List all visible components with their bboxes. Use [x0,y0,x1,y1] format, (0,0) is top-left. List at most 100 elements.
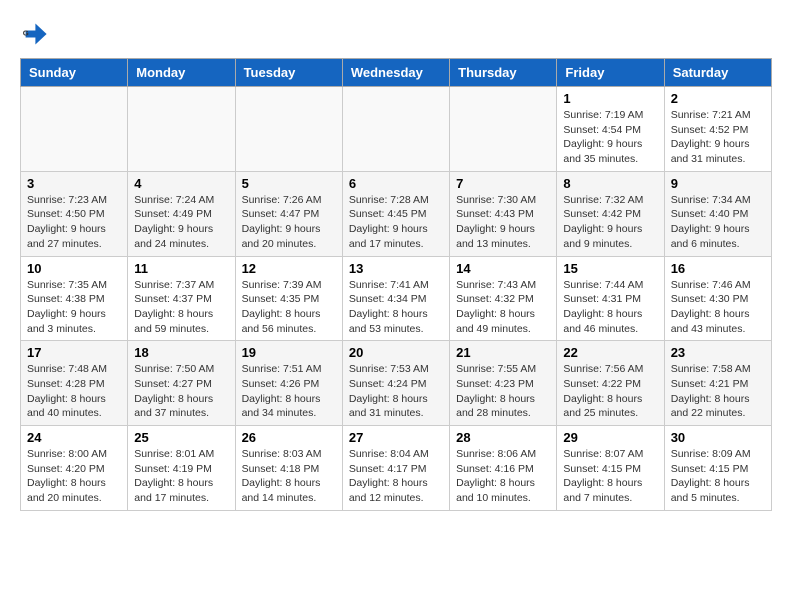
calendar-cell: 15 Sunrise: 7:44 AM Sunset: 4:31 PM Dayli… [557,256,664,341]
day-number: 4 [134,176,228,191]
calendar-cell: 20 Sunrise: 7:53 AM Sunset: 4:24 PM Dayli… [342,341,449,426]
day-number: 17 [27,345,121,360]
day-number: 2 [671,91,765,106]
calendar-cell: 27 Sunrise: 8:04 AM Sunset: 4:17 PM Dayli… [342,426,449,511]
day-number: 25 [134,430,228,445]
calendar-cell: 19Sunrise: 7:51 AM Sunset: 4:26 PM Dayli… [235,341,342,426]
calendar-cell: 12Sunrise: 7:39 AM Sunset: 4:35 PM Dayli… [235,256,342,341]
day-number: 3 [27,176,121,191]
calendar-cell: 30 Sunrise: 8:09 AM Sunset: 4:15 PM Dayli… [664,426,771,511]
day-number: 18 [134,345,228,360]
calendar-cell: 23 Sunrise: 7:58 AM Sunset: 4:21 PM Dayli… [664,341,771,426]
day-info: Sunrise: 7:24 AM Sunset: 4:49 PM Dayligh… [134,193,228,252]
day-info: Sunrise: 7:53 AM Sunset: 4:24 PM Dayligh… [349,362,443,421]
day-number: 23 [671,345,765,360]
calendar-cell [342,87,449,172]
calendar-cell [450,87,557,172]
day-number: 13 [349,261,443,276]
day-number: 19 [242,345,336,360]
day-number: 28 [456,430,550,445]
day-info: Sunrise: 7:56 AM Sunset: 4:22 PM Dayligh… [563,362,657,421]
calendar-cell [21,87,128,172]
calendar-header-tuesday: Tuesday [235,59,342,87]
day-info: Sunrise: 7:41 AM Sunset: 4:34 PM Dayligh… [349,278,443,337]
calendar-cell: 4 Sunrise: 7:24 AM Sunset: 4:49 PM Daylig… [128,171,235,256]
calendar-cell: 1Sunrise: 7:19 AM Sunset: 4:54 PM Daylig… [557,87,664,172]
day-info: Sunrise: 7:43 AM Sunset: 4:32 PM Dayligh… [456,278,550,337]
day-info: Sunrise: 7:28 AM Sunset: 4:45 PM Dayligh… [349,193,443,252]
day-number: 20 [349,345,443,360]
day-number: 26 [242,430,336,445]
day-number: 27 [349,430,443,445]
day-number: 9 [671,176,765,191]
calendar-cell: 17Sunrise: 7:48 AM Sunset: 4:28 PM Dayli… [21,341,128,426]
day-number: 30 [671,430,765,445]
calendar-cell: 16 Sunrise: 7:46 AM Sunset: 4:30 PM Dayli… [664,256,771,341]
calendar-header-wednesday: Wednesday [342,59,449,87]
day-info: Sunrise: 7:23 AM Sunset: 4:50 PM Dayligh… [27,193,121,252]
calendar: SundayMondayTuesdayWednesdayThursdayFrid… [20,58,772,511]
day-number: 6 [349,176,443,191]
day-number: 16 [671,261,765,276]
calendar-cell: 11 Sunrise: 7:37 AM Sunset: 4:37 PM Dayli… [128,256,235,341]
calendar-header-monday: Monday [128,59,235,87]
day-number: 21 [456,345,550,360]
day-number: 29 [563,430,657,445]
day-number: 22 [563,345,657,360]
calendar-week-row: 24 Sunrise: 8:00 AM Sunset: 4:20 PM Dayli… [21,426,772,511]
calendar-week-row: 3 Sunrise: 7:23 AM Sunset: 4:50 PM Daylig… [21,171,772,256]
day-number: 14 [456,261,550,276]
calendar-week-row: 1Sunrise: 7:19 AM Sunset: 4:54 PM Daylig… [21,87,772,172]
calendar-cell: 8 Sunrise: 7:32 AM Sunset: 4:42 PM Daylig… [557,171,664,256]
day-info: Sunrise: 7:58 AM Sunset: 4:21 PM Dayligh… [671,362,765,421]
calendar-header-friday: Friday [557,59,664,87]
calendar-cell: 9 Sunrise: 7:34 AM Sunset: 4:40 PM Daylig… [664,171,771,256]
day-number: 10 [27,261,121,276]
day-info: Sunrise: 7:30 AM Sunset: 4:43 PM Dayligh… [456,193,550,252]
day-info: Sunrise: 7:34 AM Sunset: 4:40 PM Dayligh… [671,193,765,252]
calendar-cell: 5Sunrise: 7:26 AM Sunset: 4:47 PM Daylig… [235,171,342,256]
calendar-cell: 29 Sunrise: 8:07 AM Sunset: 4:15 PM Dayli… [557,426,664,511]
calendar-cell: 2Sunrise: 7:21 AM Sunset: 4:52 PM Daylig… [664,87,771,172]
day-number: 12 [242,261,336,276]
day-number: 8 [563,176,657,191]
calendar-cell: 28 Sunrise: 8:06 AM Sunset: 4:16 PM Dayli… [450,426,557,511]
day-info: Sunrise: 7:55 AM Sunset: 4:23 PM Dayligh… [456,362,550,421]
day-info: Sunrise: 8:09 AM Sunset: 4:15 PM Dayligh… [671,447,765,506]
calendar-week-row: 10 Sunrise: 7:35 AM Sunset: 4:38 PM Dayli… [21,256,772,341]
day-info: Sunrise: 7:32 AM Sunset: 4:42 PM Dayligh… [563,193,657,252]
calendar-cell: 21 Sunrise: 7:55 AM Sunset: 4:23 PM Dayli… [450,341,557,426]
svg-text:G: G [23,28,29,37]
day-number: 5 [242,176,336,191]
day-info: Sunrise: 7:50 AM Sunset: 4:27 PM Dayligh… [134,362,228,421]
logo: G [20,20,52,48]
calendar-cell: 14 Sunrise: 7:43 AM Sunset: 4:32 PM Dayli… [450,256,557,341]
day-info: Sunrise: 7:44 AM Sunset: 4:31 PM Dayligh… [563,278,657,337]
day-number: 7 [456,176,550,191]
calendar-header-thursday: Thursday [450,59,557,87]
day-info: Sunrise: 8:01 AM Sunset: 4:19 PM Dayligh… [134,447,228,506]
day-info: Sunrise: 7:35 AM Sunset: 4:38 PM Dayligh… [27,278,121,337]
calendar-cell: 13 Sunrise: 7:41 AM Sunset: 4:34 PM Dayli… [342,256,449,341]
day-info: Sunrise: 7:37 AM Sunset: 4:37 PM Dayligh… [134,278,228,337]
day-number: 24 [27,430,121,445]
logo-icon: G [20,20,48,48]
calendar-cell [128,87,235,172]
calendar-cell: 18 Sunrise: 7:50 AM Sunset: 4:27 PM Dayli… [128,341,235,426]
day-info: Sunrise: 8:00 AM Sunset: 4:20 PM Dayligh… [27,447,121,506]
calendar-cell [235,87,342,172]
calendar-cell: 22 Sunrise: 7:56 AM Sunset: 4:22 PM Dayli… [557,341,664,426]
day-number: 11 [134,261,228,276]
calendar-week-row: 17Sunrise: 7:48 AM Sunset: 4:28 PM Dayli… [21,341,772,426]
day-number: 1 [563,91,657,106]
calendar-cell: 10 Sunrise: 7:35 AM Sunset: 4:38 PM Dayli… [21,256,128,341]
day-info: Sunrise: 8:06 AM Sunset: 4:16 PM Dayligh… [456,447,550,506]
day-info: Sunrise: 8:07 AM Sunset: 4:15 PM Dayligh… [563,447,657,506]
calendar-header-sunday: Sunday [21,59,128,87]
calendar-cell: 25 Sunrise: 8:01 AM Sunset: 4:19 PM Dayli… [128,426,235,511]
day-info: Sunrise: 8:04 AM Sunset: 4:17 PM Dayligh… [349,447,443,506]
calendar-cell: 26Sunrise: 8:03 AM Sunset: 4:18 PM Dayli… [235,426,342,511]
day-info: Sunrise: 7:46 AM Sunset: 4:30 PM Dayligh… [671,278,765,337]
day-number: 15 [563,261,657,276]
calendar-header-saturday: Saturday [664,59,771,87]
